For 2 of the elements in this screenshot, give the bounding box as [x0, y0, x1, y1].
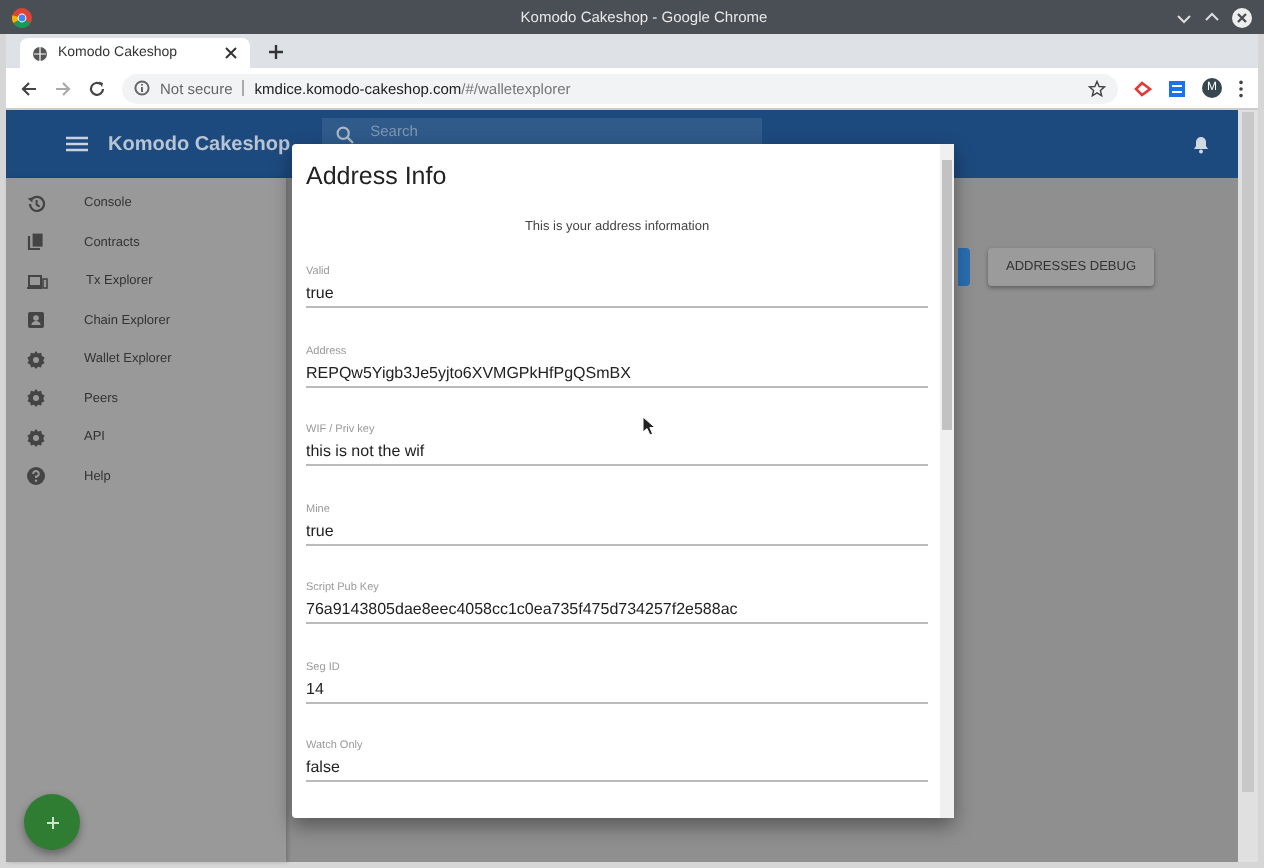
app-title: Komodo Cakeshop — [108, 133, 291, 155]
dialog-title: Address Info — [306, 162, 449, 190]
